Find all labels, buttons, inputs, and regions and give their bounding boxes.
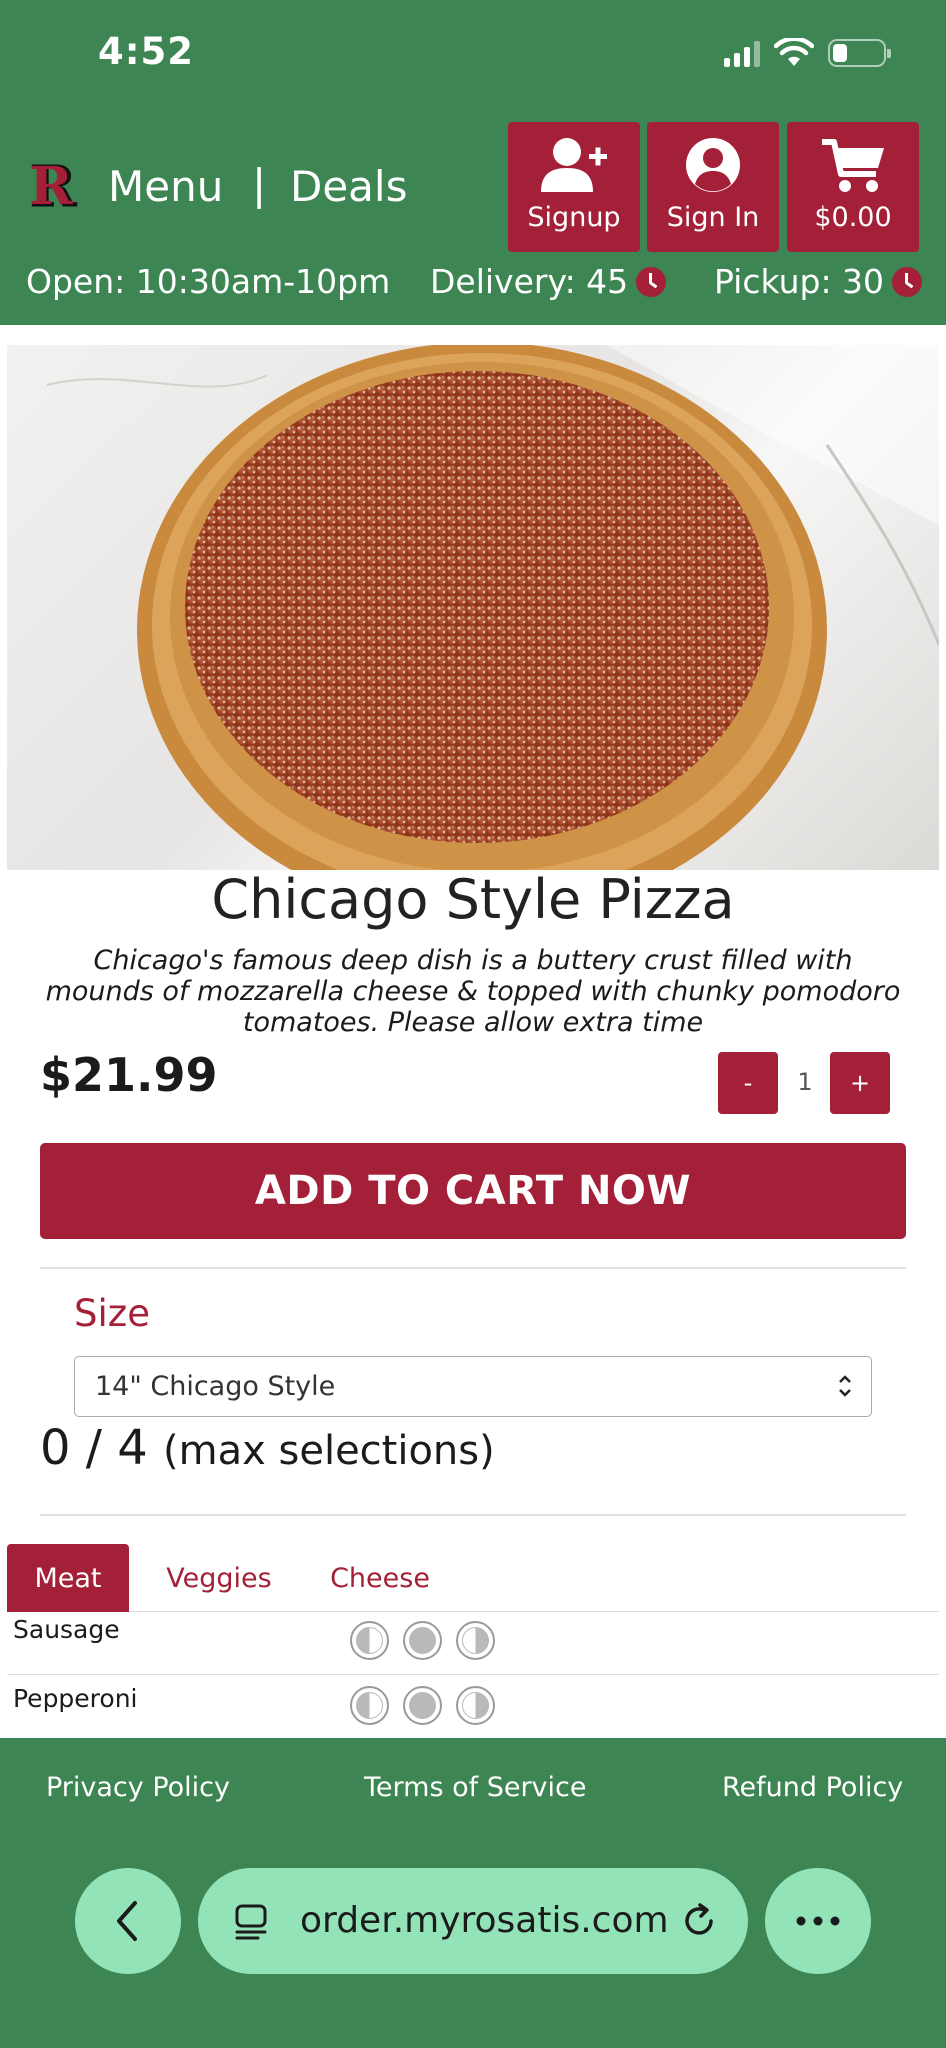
cart-total: $0.00 — [814, 202, 892, 233]
size-label: Size — [74, 1292, 150, 1335]
refund-policy-link[interactable]: Refund Policy — [722, 1772, 903, 1803]
battery-icon — [828, 39, 891, 67]
clock-icon — [636, 266, 667, 297]
delivery-time: Delivery: 45 — [430, 262, 667, 301]
size-select[interactable]: 14" Chicago Style — [74, 1356, 872, 1417]
topping-options — [350, 1621, 495, 1660]
tab-cheese[interactable]: Cheese — [313, 1544, 447, 1612]
add-user-icon — [541, 138, 607, 192]
pickup-time-text: Pickup: 30 — [714, 262, 885, 301]
open-hours-text: Open: 10:30am-10pm — [26, 262, 391, 301]
right-half-option[interactable] — [456, 1686, 495, 1725]
sign-in-button[interactable]: Sign In — [647, 122, 779, 252]
browser-more-button[interactable] — [765, 1868, 871, 1974]
browser-address-bar[interactable]: order.myrosatis.com — [198, 1868, 748, 1974]
quantity-decrease-button[interactable]: - — [718, 1052, 778, 1114]
cart-button[interactable]: $0.00 — [787, 122, 919, 252]
browser-url: order.myrosatis.com — [300, 1900, 669, 1941]
status-time: 4:52 — [98, 30, 195, 73]
nav-separator: | — [252, 160, 267, 209]
add-to-cart-button[interactable]: ADD TO CART NOW — [40, 1143, 906, 1239]
left-half-option[interactable] — [350, 1621, 389, 1660]
tab-veggies[interactable]: Veggies — [149, 1544, 289, 1612]
product-image — [7, 345, 939, 870]
quantity-increase-button[interactable]: + — [830, 1052, 890, 1114]
shopping-cart-icon — [822, 139, 884, 192]
reload-icon[interactable] — [680, 1902, 718, 1940]
sign-in-label: Sign In — [666, 202, 760, 233]
divider — [40, 1514, 906, 1516]
signup-button[interactable]: Signup — [508, 122, 640, 252]
topping-options — [350, 1686, 495, 1725]
size-select-value: 14" Chicago Style — [95, 1371, 336, 1402]
browser-back-button[interactable] — [75, 1868, 181, 1974]
right-half-option[interactable] — [456, 1621, 495, 1660]
whole-option[interactable] — [403, 1686, 442, 1725]
pickup-time: Pickup: 30 — [714, 262, 923, 301]
open-hours: Open: 10:30am-10pm — [26, 262, 390, 301]
more-options-icon — [796, 1916, 840, 1926]
left-half-option[interactable] — [350, 1686, 389, 1725]
terms-of-service-link[interactable]: Terms of Service — [364, 1772, 587, 1803]
cellular-signal-icon — [724, 39, 760, 67]
signup-label: Signup — [527, 202, 621, 233]
svg-text:R: R — [29, 158, 73, 214]
product-description: Chicago's famous deep dish is a buttery … — [45, 945, 901, 1038]
status-bar: 4:52 — [0, 0, 946, 110]
product-title: Chicago Style Pizza — [211, 868, 735, 931]
topping-row: Pepperoni — [7, 1676, 939, 1738]
topping-tabs: Meat Veggies Cheese — [7, 1544, 939, 1612]
select-chevron-icon — [839, 1375, 851, 1397]
rosatis-logo[interactable]: R R — [26, 158, 80, 214]
nav-menu-link[interactable]: Menu — [108, 162, 223, 211]
whole-option[interactable] — [403, 1621, 442, 1660]
max-selections-label: (max selections) — [163, 1428, 495, 1474]
privacy-policy-link[interactable]: Privacy Policy — [46, 1772, 230, 1803]
site-footer: Privacy Policy Terms of Service Refund P… — [0, 1738, 946, 2048]
chevron-left-icon — [117, 1901, 137, 1941]
selection-count: 0 / 4 — [40, 1420, 148, 1476]
topping-name: Sausage — [13, 1615, 120, 1644]
delivery-time-text: Delivery: 45 — [430, 262, 629, 301]
max-selections: 0 / 4 (max selections) — [40, 1420, 495, 1476]
tab-meat[interactable]: Meat — [7, 1544, 129, 1612]
topping-name: Pepperoni — [13, 1684, 138, 1713]
tab-overview-icon — [235, 1904, 267, 1940]
topping-row: Sausage — [7, 1613, 939, 1675]
clock-icon — [892, 266, 923, 297]
product-price: $21.99 — [40, 1048, 218, 1102]
site-header: 4:52 R R Menu | Deals Signup Sign In $0.… — [0, 0, 946, 325]
wifi-icon — [774, 38, 814, 66]
status-icons — [724, 38, 891, 68]
user-circle-icon — [686, 138, 740, 192]
nav-deals-link[interactable]: Deals — [290, 162, 407, 211]
quantity-value: 1 — [797, 1068, 813, 1096]
divider — [40, 1267, 906, 1269]
